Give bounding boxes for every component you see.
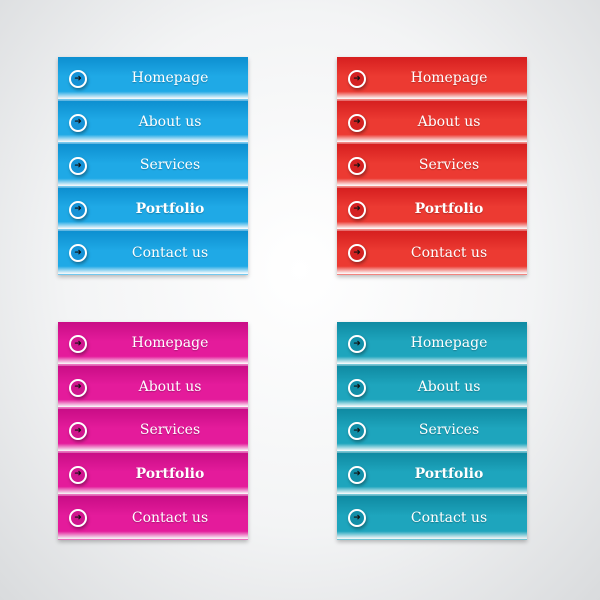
menu-item-contact-us[interactable]: ➜ Contact us xyxy=(58,231,248,275)
menu-item-services[interactable]: ➜ Services xyxy=(58,144,248,188)
menu-item-portfolio[interactable]: ➜ Portfolio xyxy=(58,452,248,497)
menu-item-about-us[interactable]: ➜ About us xyxy=(337,365,527,410)
menu-item-label: Portfolio xyxy=(414,201,484,218)
arrow-right-circle-icon: ➜ xyxy=(348,465,366,484)
menu-item-label: Portfolio xyxy=(135,466,205,483)
menu-item-portfolio[interactable]: ➜ Portfolio xyxy=(337,452,527,497)
menu-item-label: Homepage xyxy=(131,70,209,87)
menu-item-label: Homepage xyxy=(410,70,488,87)
menu-item-label: Homepage xyxy=(131,335,209,352)
menu-item-label: About us xyxy=(138,113,202,130)
menu-item-label: Portfolio xyxy=(135,201,205,218)
menu-item-homepage[interactable]: ➜ Homepage xyxy=(58,57,248,101)
menu-item-about-us[interactable]: ➜ About us xyxy=(58,365,248,410)
arrow-right-circle-icon: ➜ xyxy=(348,422,366,441)
menu-item-services[interactable]: ➜ Services xyxy=(337,144,527,188)
arrow-right-circle-icon: ➜ xyxy=(69,113,87,132)
arrow-right-circle-icon: ➜ xyxy=(348,200,366,219)
arrow-right-circle-icon: ➜ xyxy=(69,70,87,88)
menu-item-about-us[interactable]: ➜ About us xyxy=(58,100,248,145)
menu-item-label: About us xyxy=(417,113,481,130)
menu-item-homepage[interactable]: ➜ Homepage xyxy=(58,322,248,366)
menu-item-portfolio[interactable]: ➜ Portfolio xyxy=(337,187,527,232)
arrow-right-circle-icon: ➜ xyxy=(69,509,87,528)
arrow-right-circle-icon: ➜ xyxy=(69,157,87,176)
menu-red: ➜ Homepage ➜ About us ➜ Services ➜ Portfolio ➜ Co… xyxy=(337,57,527,275)
menu-item-homepage[interactable]: ➜ Homepage xyxy=(337,57,527,101)
menu-item-homepage[interactable]: ➜ Homepage xyxy=(337,322,527,366)
menu-item-label: Services xyxy=(139,157,201,174)
menu-item-label: Portfolio xyxy=(414,466,484,483)
menu-item-about-us[interactable]: ➜ About us xyxy=(337,100,527,145)
menu-item-contact-us[interactable]: ➜ Contact us xyxy=(337,496,527,540)
arrow-right-circle-icon: ➜ xyxy=(348,70,366,88)
arrow-right-circle-icon: ➜ xyxy=(69,378,87,397)
arrow-right-circle-icon: ➜ xyxy=(348,509,366,528)
arrow-right-circle-icon: ➜ xyxy=(348,244,366,263)
menu-item-label: About us xyxy=(138,378,202,395)
menu-item-services[interactable]: ➜ Services xyxy=(58,409,248,453)
menu-teal: ➜ Homepage ➜ About us ➜ Services ➜ Portfolio ➜ Co… xyxy=(337,322,527,540)
menu-item-label: About us xyxy=(417,378,481,395)
arrow-right-circle-icon: ➜ xyxy=(348,378,366,397)
menu-item-portfolio[interactable]: ➜ Portfolio xyxy=(58,187,248,232)
menu-item-label: Contact us xyxy=(410,245,488,262)
menu-blue: ➜ Homepage ➜ About us ➜ Services ➜ Portfolio ➜ Co… xyxy=(58,57,248,275)
menu-item-services[interactable]: ➜ Services xyxy=(337,409,527,453)
arrow-right-circle-icon: ➜ xyxy=(348,113,366,132)
arrow-right-circle-icon: ➜ xyxy=(69,200,87,219)
arrow-right-circle-icon: ➜ xyxy=(69,335,87,353)
menu-item-label: Contact us xyxy=(131,245,209,262)
menu-item-label: Services xyxy=(139,422,201,439)
arrow-right-circle-icon: ➜ xyxy=(348,157,366,176)
menu-item-label: Contact us xyxy=(131,510,209,527)
arrow-right-circle-icon: ➜ xyxy=(69,465,87,484)
menu-item-label: Homepage xyxy=(410,335,488,352)
menu-item-label: Contact us xyxy=(410,510,488,527)
menu-item-label: Services xyxy=(418,422,480,439)
arrow-right-circle-icon: ➜ xyxy=(69,244,87,263)
menu-item-contact-us[interactable]: ➜ Contact us xyxy=(337,231,527,275)
menu-item-label: Services xyxy=(418,157,480,174)
menu-pink: ➜ Homepage ➜ About us ➜ Services ➜ Portfolio ➜ Co… xyxy=(58,322,248,540)
arrow-right-circle-icon: ➜ xyxy=(348,335,366,353)
arrow-right-circle-icon: ➜ xyxy=(69,422,87,441)
menu-item-contact-us[interactable]: ➜ Contact us xyxy=(58,496,248,540)
